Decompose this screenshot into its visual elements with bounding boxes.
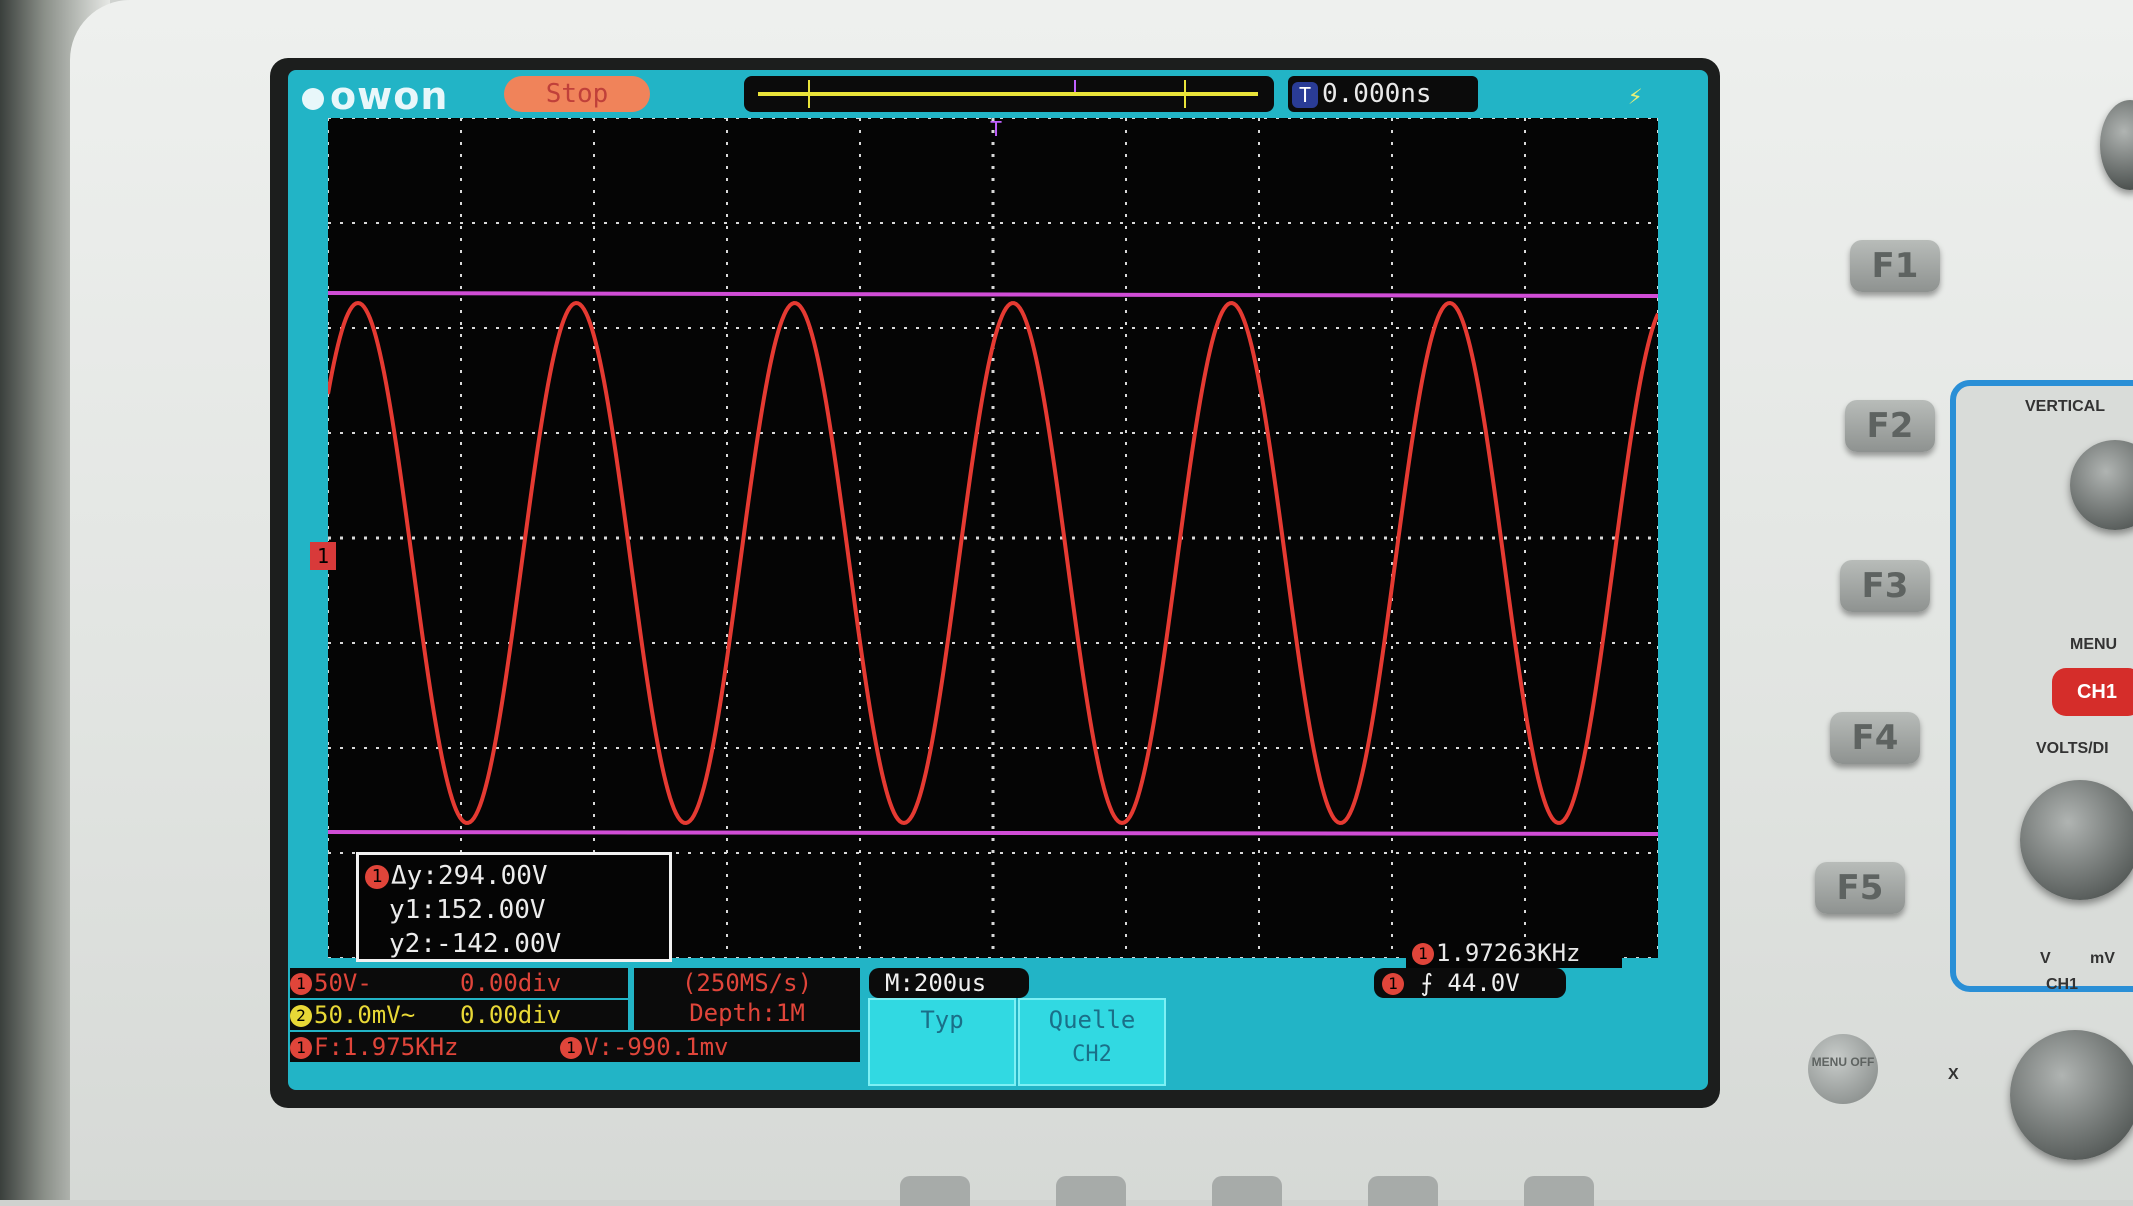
run-stop-indicator[interactable]: Stop bbox=[504, 76, 650, 112]
ch1-offset: 0.00div bbox=[460, 969, 562, 997]
trigger-delay-badge: T bbox=[1292, 81, 1318, 108]
waveform-plot: T bbox=[328, 118, 1658, 958]
cursor-y1-line bbox=[328, 291, 1658, 298]
f3-button[interactable]: F3 bbox=[1840, 560, 1930, 612]
menu-quelle[interactable]: Quelle CH2 bbox=[1018, 998, 1166, 1086]
volts-div-knob[interactable] bbox=[2020, 780, 2133, 900]
cursor-channel-badge: 1 bbox=[365, 864, 389, 889]
ch1-input-connector[interactable] bbox=[2010, 1030, 2133, 1160]
ch2-scale-row: 2 50.0mV~ 0.00div bbox=[290, 1000, 628, 1030]
ch1-scale: 50V- bbox=[314, 969, 372, 997]
bottom-key[interactable] bbox=[1524, 1176, 1594, 1206]
measure-v: V:-990.1mv bbox=[584, 1033, 729, 1061]
bottom-key[interactable] bbox=[900, 1176, 970, 1206]
trigger-delay-value: 0.000ns bbox=[1322, 79, 1432, 109]
ch1-badge: 1 bbox=[290, 973, 312, 995]
ch1-ground-marker[interactable]: 1 bbox=[310, 542, 336, 570]
lcd-screen: owon Stop T 0.000ns ⚡ T 1 1 Δy:294.00V y1:… bbox=[288, 70, 1708, 1090]
ch1-label: CH1 bbox=[2046, 976, 2079, 993]
logo-dot-icon bbox=[302, 87, 324, 110]
cursor-y1: y1:152.00V bbox=[389, 895, 546, 925]
frequency-counter: 1 1.97263KHz bbox=[1406, 938, 1622, 968]
waveform-grid: T bbox=[328, 118, 1658, 958]
measure-freq: F:1.975KHz bbox=[314, 1033, 459, 1061]
ch1-scale-row: 1 50V- 0.00div bbox=[290, 968, 628, 998]
window-end-tick bbox=[1184, 80, 1186, 108]
menu-typ-label: Typ bbox=[920, 1006, 964, 1034]
bottom-key[interactable] bbox=[1056, 1176, 1126, 1206]
window-start-tick bbox=[808, 80, 810, 108]
trigger-position-bar bbox=[744, 76, 1274, 112]
vertical-label: VERTICAL bbox=[2025, 398, 2105, 415]
trigger-point-marker bbox=[1074, 80, 1076, 92]
trigger-source-badge: 1 bbox=[1382, 973, 1404, 995]
menu-off-button[interactable]: MENU OFF bbox=[1808, 1034, 1878, 1104]
timebase-readout: M:200us bbox=[869, 968, 1029, 998]
sample-rate: (250MS/s) bbox=[681, 969, 813, 997]
brand-text: owon bbox=[330, 74, 449, 118]
volts-div-label: VOLTS/DI bbox=[2036, 740, 2109, 757]
measure-v-badge: 1 bbox=[560, 1037, 582, 1059]
volts-unit-label: V bbox=[2040, 950, 2051, 967]
menu-quelle-value: CH2 bbox=[1072, 1042, 1112, 1067]
usb-icon: ⚡ bbox=[1628, 82, 1643, 110]
freq-counter-value: 1.97263KHz bbox=[1436, 939, 1581, 967]
cursor-delta-y: Δy:294.00V bbox=[391, 861, 548, 891]
cursor-y2: y2:-142.00V bbox=[389, 929, 562, 959]
trigger-delay-readout: T 0.000ns bbox=[1288, 76, 1478, 112]
trigger-level: 44.0V bbox=[1447, 969, 1520, 997]
rising-edge-icon: ⨍ bbox=[1406, 969, 1448, 997]
ch2-badge: 2 bbox=[290, 1005, 312, 1027]
cursor-y2-line bbox=[328, 830, 1658, 836]
measure-freq-badge: 1 bbox=[290, 1037, 312, 1059]
memory-window-line bbox=[758, 92, 1258, 96]
trigger-time-marker: T bbox=[990, 118, 1002, 141]
ch2-offset: 0.00div bbox=[460, 1001, 562, 1029]
acquisition-box: (250MS/s) Depth:1M bbox=[634, 968, 860, 1030]
x-label: X bbox=[1948, 1066, 1959, 1083]
mv-unit-label: mV bbox=[2090, 950, 2115, 967]
bottom-key[interactable] bbox=[1212, 1176, 1282, 1206]
cursor-readout-box: 1 Δy:294.00V y1:152.00V y2:-142.00V bbox=[356, 852, 672, 962]
ch1-menu-button[interactable]: CH1 bbox=[2052, 668, 2133, 716]
bottom-key[interactable] bbox=[1368, 1176, 1438, 1206]
brand-logo: owon bbox=[302, 74, 448, 118]
f5-button[interactable]: F5 bbox=[1815, 862, 1905, 914]
menu-label: MENU bbox=[2070, 636, 2118, 653]
f2-button[interactable]: F2 bbox=[1845, 400, 1935, 452]
ch2-scale: 50.0mV~ bbox=[314, 1001, 416, 1029]
menu-quelle-label: Quelle bbox=[1048, 1006, 1136, 1034]
memory-depth: Depth:1M bbox=[689, 999, 805, 1027]
trigger-level-readout: 1 ⨍ 44.0V bbox=[1374, 968, 1566, 998]
measurement-row: 1 F:1.975KHz 1 V:-990.1mv bbox=[290, 1032, 860, 1062]
f4-button[interactable]: F4 bbox=[1830, 712, 1920, 764]
f1-button[interactable]: F1 bbox=[1850, 240, 1940, 292]
freq-counter-badge: 1 bbox=[1412, 943, 1434, 965]
menu-typ[interactable]: Typ bbox=[868, 998, 1016, 1086]
